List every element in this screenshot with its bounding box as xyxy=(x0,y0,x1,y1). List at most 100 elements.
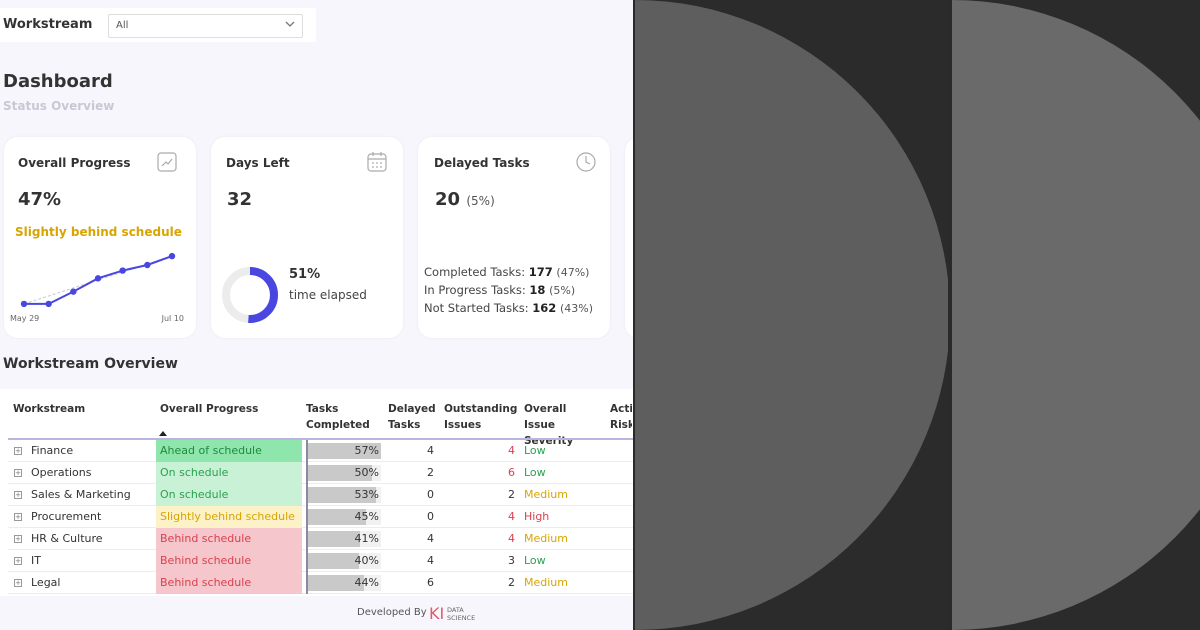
table-row[interactable]: + Legal Behind schedule 44% 6 2 Medium xyxy=(8,572,633,594)
workstream-name: Sales & Marketing xyxy=(31,488,131,501)
progress-status-cell: Behind schedule xyxy=(156,528,302,550)
delayed-tasks-value: 0 xyxy=(427,510,434,523)
outstanding-issues-value: 6 xyxy=(508,466,515,479)
workstream-select-value: All xyxy=(116,20,129,31)
tasks-completed-value: 41% xyxy=(354,532,379,545)
delayed-tasks-value: 4 xyxy=(427,444,434,457)
decorative-panel-2 xyxy=(952,0,1200,630)
table-row[interactable]: + Sales & Marketing On schedule 53% 0 2 Medium xyxy=(8,484,633,506)
severity-value: Medium xyxy=(524,488,568,501)
svg-text:SCIENCE: SCIENCE xyxy=(447,614,475,622)
expand-icon[interactable]: + xyxy=(14,557,22,565)
schedule-status: Slightly behind schedule xyxy=(15,225,182,239)
col-header-workstream[interactable]: Workstream xyxy=(13,401,85,417)
tasks-completed-fill xyxy=(307,531,360,547)
notstarted-tasks-line: Not Started Tasks: 162 (43%) xyxy=(424,301,593,315)
time-elapsed-donut xyxy=(222,267,278,323)
trend-icon xyxy=(157,152,177,172)
outstanding-issues-value: 2 xyxy=(508,488,515,501)
progress-status: On schedule xyxy=(160,488,229,501)
tasks-completed-value: 45% xyxy=(354,510,379,523)
tasks-completed-bar: 44% xyxy=(307,575,381,591)
card-title: Delayed Tasks xyxy=(434,156,530,170)
x-tick-label-start: May 29 xyxy=(10,314,39,323)
page-subtitle: Status Overview xyxy=(3,99,115,113)
severity-value: Medium xyxy=(524,576,568,589)
tasks-completed-bar: 53% xyxy=(307,487,381,503)
progress-status: Behind schedule xyxy=(160,532,252,545)
page-title: Dashboard xyxy=(3,71,113,92)
table-row[interactable]: + Finance Ahead of schedule 57% 4 4 Low xyxy=(8,440,633,462)
workstream-select[interactable]: All xyxy=(108,14,303,38)
footer-text: Developed By xyxy=(357,607,427,618)
overall-progress-card: Overall Progress 47% Slightly behind sch… xyxy=(4,137,196,338)
section-title: Workstream Overview xyxy=(3,356,178,372)
col-header-risk[interactable]: Acti Risk xyxy=(610,401,632,433)
col-header-progress[interactable]: Overall Progress xyxy=(160,401,258,417)
decorative-panel-1 xyxy=(635,0,948,630)
progress-status-cell: On schedule xyxy=(156,462,302,484)
delayed-tasks-value: 0 xyxy=(427,488,434,501)
delayed-tasks-value: 2 xyxy=(427,466,434,479)
chevron-down-icon xyxy=(285,21,295,27)
outstanding-issues-value: 4 xyxy=(508,532,515,545)
table-row[interactable]: + IT Behind schedule 40% 4 3 Low xyxy=(8,550,633,572)
delayed-value: 20 (5%) xyxy=(435,189,495,210)
table-row[interactable]: + Procurement Slightly behind schedule 45% 0… xyxy=(8,506,633,528)
filter-label: Workstream xyxy=(3,17,93,32)
delayed-percent: (5%) xyxy=(466,194,495,208)
workstream-name: Legal xyxy=(31,576,61,589)
delayed-tasks-value: 4 xyxy=(427,554,434,567)
svg-text:DATA: DATA xyxy=(447,606,464,614)
outstanding-issues-value: 2 xyxy=(508,576,515,589)
progress-status-cell: Behind schedule xyxy=(156,550,302,572)
dashboard-panel: Workstream All Dashboard Status Overview… xyxy=(0,0,633,630)
col-header-issues[interactable]: Outstanding Issues xyxy=(444,401,518,433)
expand-icon[interactable]: + xyxy=(14,469,22,477)
tasks-completed-value: 50% xyxy=(354,466,379,479)
progress-point xyxy=(45,300,52,308)
days-left-value: 32 xyxy=(227,189,253,210)
column-divider xyxy=(306,440,308,594)
expand-icon[interactable]: + xyxy=(14,579,22,587)
card-title: Days Left xyxy=(226,156,290,170)
progress-status: Ahead of schedule xyxy=(160,444,262,457)
expand-icon[interactable]: + xyxy=(14,535,22,543)
workstream-name: Finance xyxy=(31,444,74,457)
severity-value: Low xyxy=(524,444,546,457)
progress-status-cell: Slightly behind schedule xyxy=(156,506,302,528)
inprogress-tasks-line: In Progress Tasks: 18 (5%) xyxy=(424,283,576,297)
tasks-completed-bar: 41% xyxy=(307,531,381,547)
progress-status: Slightly behind schedule xyxy=(160,510,295,523)
sort-ascending-icon[interactable] xyxy=(159,431,167,436)
delayed-tasks-value: 6 xyxy=(427,576,434,589)
tasks-completed-fill xyxy=(307,553,359,569)
filter-bar: Workstream All xyxy=(0,8,316,42)
calendar-icon xyxy=(367,152,387,172)
col-header-tasks-completed[interactable]: Tasks Completed xyxy=(306,401,376,433)
card-title: Overall Progress xyxy=(18,156,131,170)
progress-sparkline: May 29 Jul 10 xyxy=(10,252,184,323)
progress-point xyxy=(119,267,126,274)
tasks-completed-value: 57% xyxy=(354,444,379,457)
expand-icon[interactable]: + xyxy=(14,447,22,455)
offscreen-card xyxy=(625,137,633,338)
table-row[interactable]: + Operations On schedule 50% 2 6 Low xyxy=(8,462,633,484)
severity-value: Medium xyxy=(524,532,568,545)
expand-icon[interactable]: + xyxy=(14,491,22,499)
outstanding-issues-value: 3 xyxy=(508,554,515,567)
workstream-name: Operations xyxy=(31,466,92,479)
table-row[interactable]: + HR & Culture Behind schedule 41% 4 4 Medium xyxy=(8,528,633,550)
expand-icon[interactable]: + xyxy=(14,513,22,521)
progress-point xyxy=(94,275,102,282)
tasks-completed-bar: 57% xyxy=(307,443,381,459)
elapsed-label: time elapsed xyxy=(289,288,367,302)
workstream-name: IT xyxy=(31,554,41,567)
col-header-delayed[interactable]: Delayed Tasks xyxy=(388,401,440,433)
tasks-completed-value: 53% xyxy=(354,488,379,501)
progress-status-cell: Behind schedule xyxy=(156,572,302,594)
delayed-tasks-card: Delayed Tasks 20 (5%) Completed Tasks: 1… xyxy=(418,137,610,338)
tasks-completed-bar: 45% xyxy=(307,509,381,525)
progress-point xyxy=(20,300,28,308)
ki-data-science-logo: KI DATA SCIENCE xyxy=(429,604,475,623)
